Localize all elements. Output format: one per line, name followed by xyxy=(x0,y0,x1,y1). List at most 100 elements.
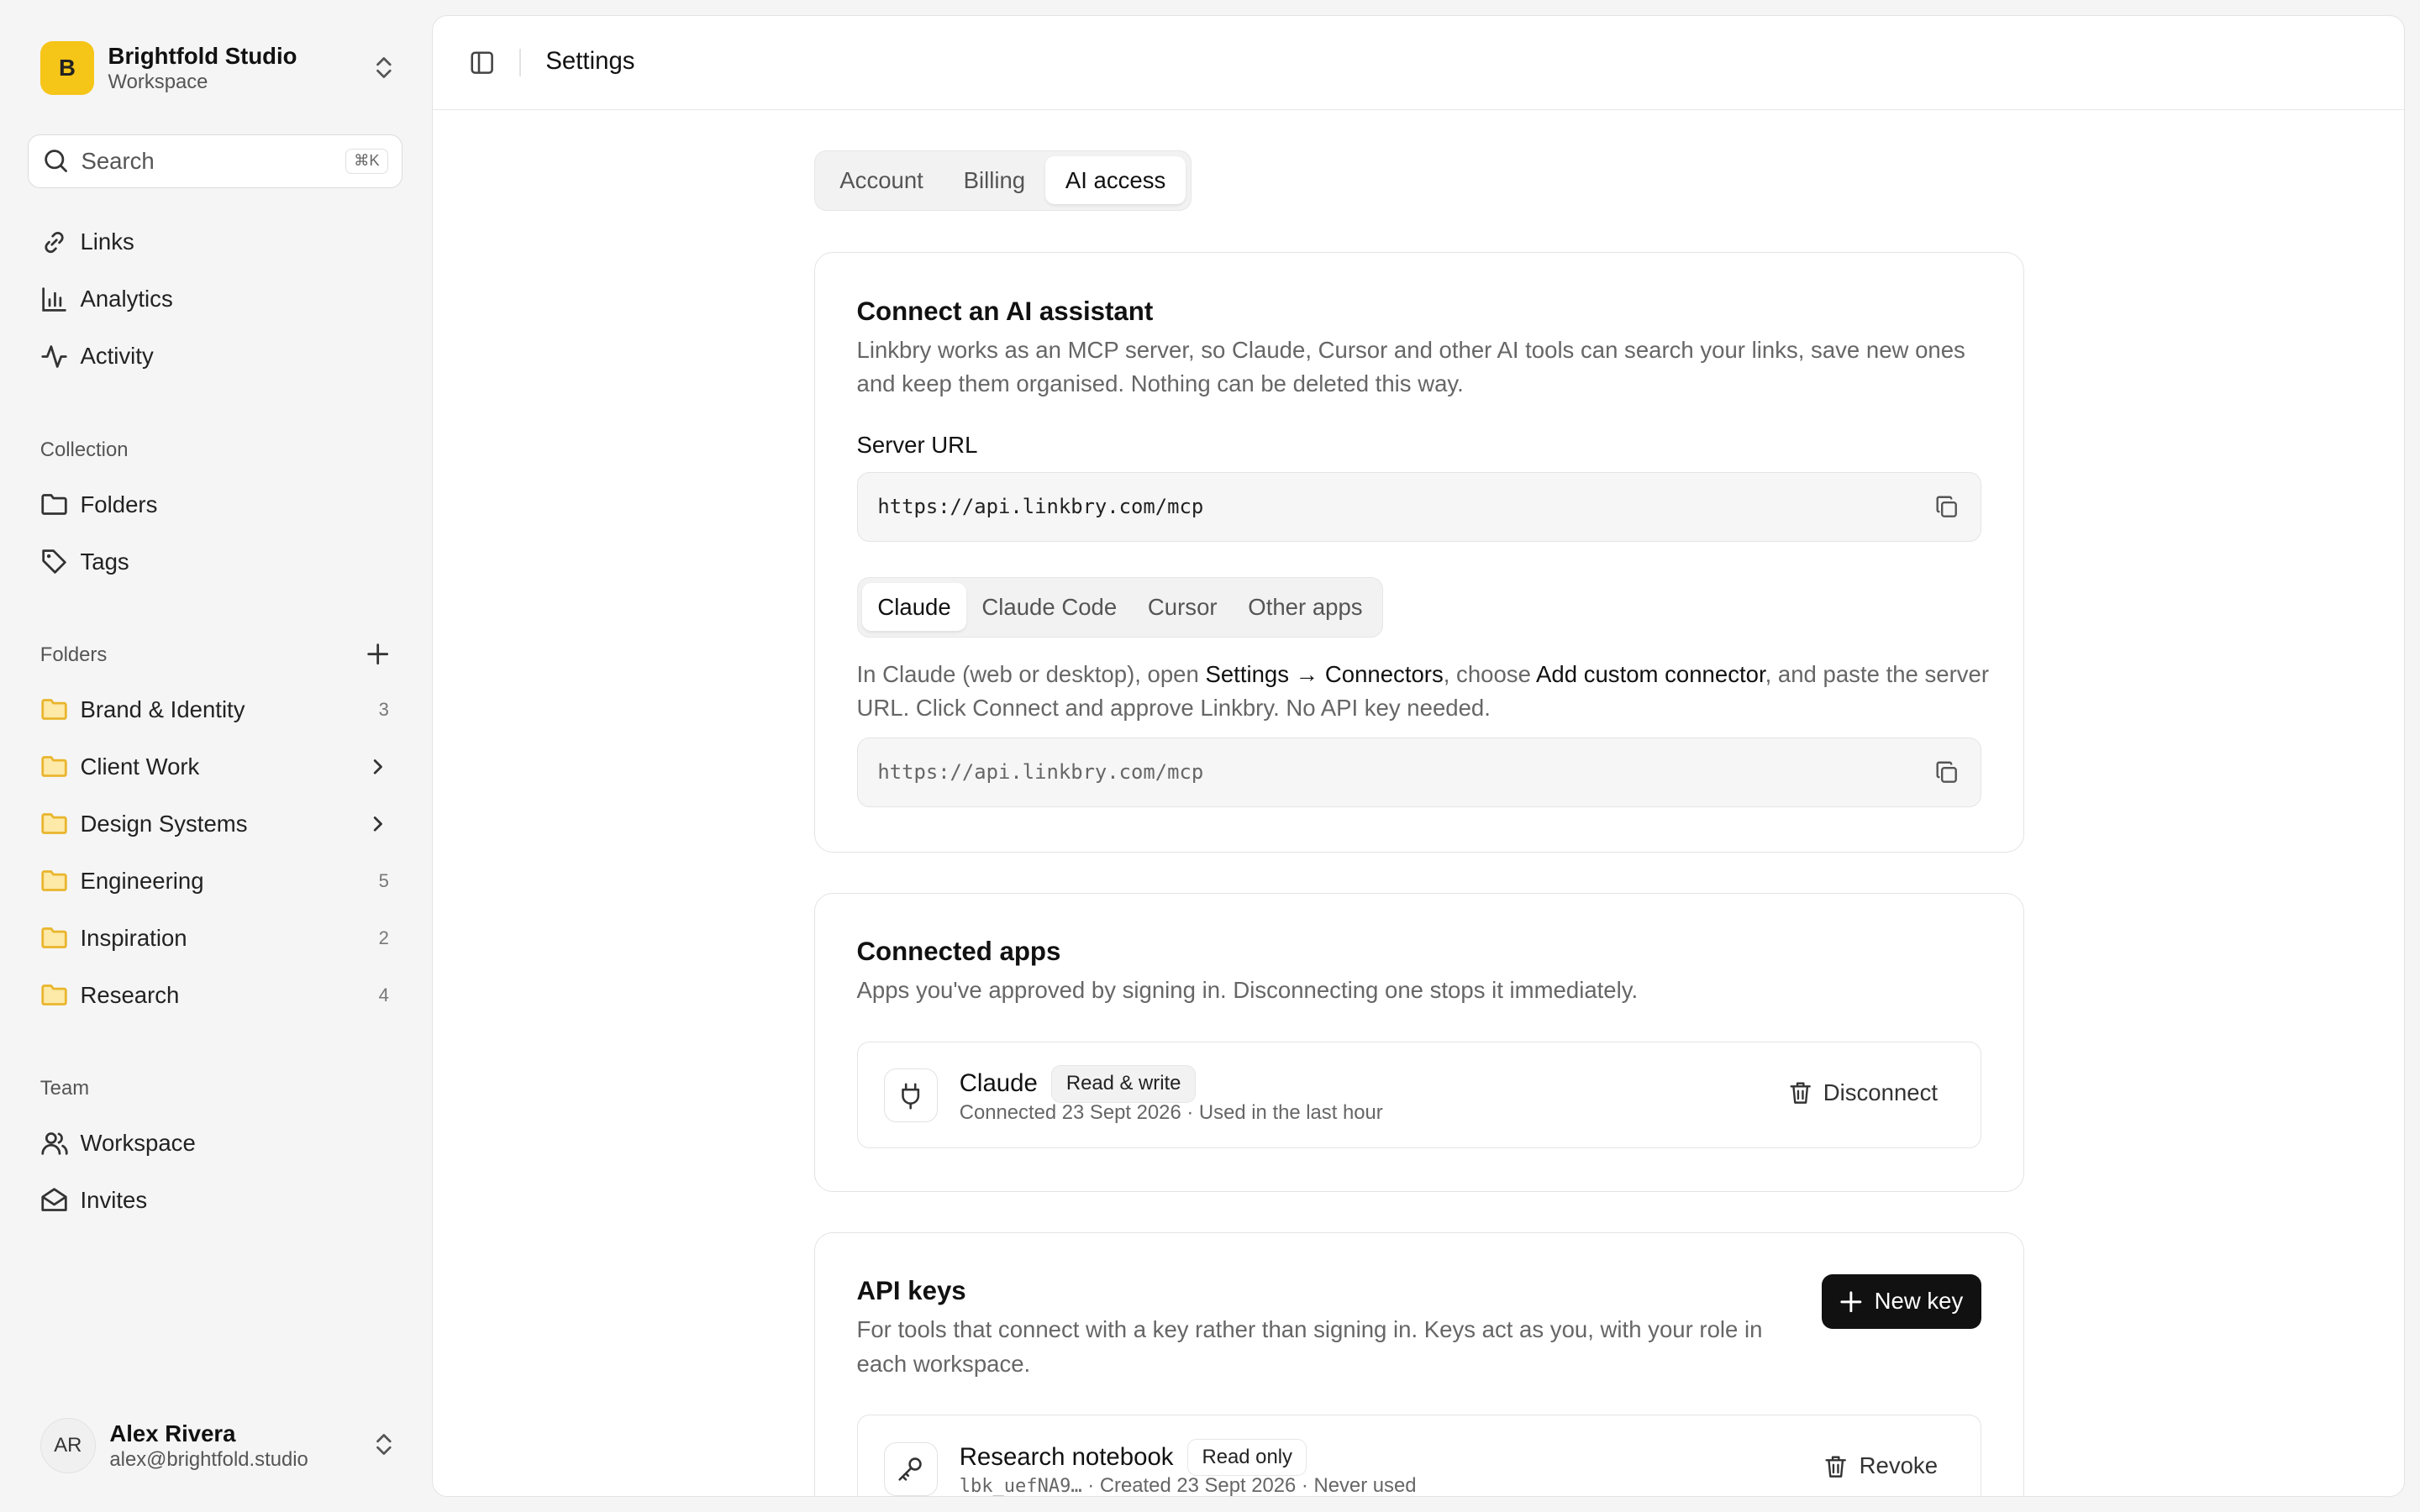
chevron-right-icon[interactable] xyxy=(367,756,389,778)
copy-icon[interactable] xyxy=(1934,760,1959,785)
connected-app-row: Claude Read & write Connected 23 Sept 202… xyxy=(856,1041,1982,1148)
revoke-button[interactable]: Revoke xyxy=(1823,1452,1938,1479)
sidebar-item-invites[interactable]: Invites xyxy=(40,1180,395,1221)
app-meta: Connected 23 Sept 2026 · Used in the las… xyxy=(959,1100,1383,1124)
folder-icon xyxy=(40,924,68,952)
section-label-folders: Folders xyxy=(39,643,108,666)
folder-label: Design Systems xyxy=(80,810,248,837)
plug-icon xyxy=(883,1068,938,1123)
sidebar: B Brightfold Studio Workspace Search ⌘K … xyxy=(0,0,429,1512)
main-panel: Settings Account Billing AI access Conne… xyxy=(432,15,2405,1497)
copy-icon[interactable] xyxy=(1934,495,1959,519)
key-meta: lbk_uefNA9… · Created 23 Sept 2026 · Nev… xyxy=(959,1474,1417,1497)
connected-apps-card: Connected apps Apps you've approved by s… xyxy=(813,892,2024,1192)
search-shortcut: ⌘K xyxy=(345,149,388,174)
divider xyxy=(519,48,521,76)
folder-item[interactable]: Client Work xyxy=(40,747,395,787)
connect-instructions: In Claude (web or desktop), open Setting… xyxy=(856,660,1990,721)
key-icon xyxy=(883,1441,938,1496)
tab-cursor[interactable]: Cursor xyxy=(1133,583,1233,631)
chevron-up-down-icon xyxy=(376,1433,392,1455)
workspace-name: Brightfold Studio xyxy=(108,42,297,69)
folder-icon xyxy=(40,810,68,837)
sidebar-item-label: Folders xyxy=(80,491,158,517)
tab-claude-code[interactable]: Claude Code xyxy=(966,583,1133,631)
card-description: For tools that connect with a key rather… xyxy=(856,1316,1763,1377)
settings-tabs: Account Billing AI access xyxy=(813,150,1192,211)
folder-count: 2 xyxy=(378,927,389,948)
server-url-value: https://api.linkbry.com/mcp xyxy=(877,495,1204,519)
api-keys-card: API keys For tools that connect with a k… xyxy=(813,1231,2024,1497)
client-tabs: Claude Claude Code Cursor Other apps xyxy=(856,577,1384,638)
instruction-url-field[interactable]: https://api.linkbry.com/mcp xyxy=(856,738,1982,807)
folder-label: Brand & Identity xyxy=(80,696,245,722)
link-icon xyxy=(40,228,68,256)
sidebar-item-workspace[interactable]: Workspace xyxy=(40,1123,395,1163)
workspace-subtitle: Workspace xyxy=(108,70,208,93)
search-input[interactable]: Search ⌘K xyxy=(28,134,403,189)
chevron-right-icon[interactable] xyxy=(367,813,389,835)
workspace-switcher[interactable]: B Brightfold Studio Workspace xyxy=(39,40,395,96)
add-folder-icon[interactable] xyxy=(366,642,390,666)
tab-ai-access[interactable]: AI access xyxy=(1044,156,1186,205)
search-placeholder: Search xyxy=(81,147,155,174)
sidebar-item-links[interactable]: Links xyxy=(40,222,395,262)
workspace-logo: B xyxy=(39,40,95,95)
api-key-row: Research notebook Read only lbk_uefNA9… ·… xyxy=(856,1415,1982,1497)
sidebar-toggle-icon[interactable] xyxy=(470,50,494,75)
card-description: Apps you've approved by signing in. Disc… xyxy=(856,977,1639,1004)
card-title: Connected apps xyxy=(856,937,1061,967)
folder-item[interactable]: Inspiration 2 xyxy=(40,918,395,958)
user-menu[interactable]: AR Alex Rivera alex@brightfold.studio xyxy=(39,1416,395,1475)
avatar: AR xyxy=(39,1417,96,1474)
server-url-label: Server URL xyxy=(856,432,978,459)
disconnect-button[interactable]: Disconnect xyxy=(1788,1079,1938,1106)
folder-icon xyxy=(40,753,68,780)
trash-icon xyxy=(1825,1456,1847,1478)
search-icon xyxy=(44,150,67,173)
bar-chart-icon xyxy=(40,286,68,313)
folder-count: 4 xyxy=(378,984,389,1005)
permission-badge: Read & write xyxy=(1051,1065,1196,1103)
section-label-collection: Collection xyxy=(39,438,129,461)
folder-icon xyxy=(40,981,68,1009)
sidebar-item-label: Activity xyxy=(80,343,154,370)
chevron-up-down-icon xyxy=(376,57,392,79)
folder-item[interactable]: Design Systems xyxy=(40,804,395,844)
folder-item[interactable]: Brand & Identity 3 xyxy=(40,690,395,730)
new-key-button[interactable]: New key xyxy=(1822,1274,1982,1329)
card-title: Connect an AI assistant xyxy=(856,296,1154,326)
app-root: B Brightfold Studio Workspace Search ⌘K … xyxy=(0,0,2420,1512)
connect-assistant-card: Connect an AI assistant Linkbry works as… xyxy=(813,252,2024,853)
activity-icon xyxy=(40,343,68,370)
plus-icon xyxy=(1840,1290,1862,1312)
sidebar-item-label: Links xyxy=(80,228,134,255)
sidebar-item-folders[interactable]: Folders xyxy=(40,485,395,525)
folder-icon xyxy=(40,867,68,895)
card-title: API keys xyxy=(856,1276,966,1306)
folder-icon xyxy=(40,696,68,723)
user-name: Alex Rivera xyxy=(109,1420,236,1446)
tab-billing[interactable]: Billing xyxy=(944,156,1045,204)
section-label-team: Team xyxy=(39,1077,90,1100)
tag-icon xyxy=(40,548,68,575)
sidebar-item-label: Invites xyxy=(80,1186,148,1213)
mail-open-icon xyxy=(40,1186,68,1214)
folder-count: 3 xyxy=(378,698,389,720)
tab-account[interactable]: Account xyxy=(819,156,943,204)
folder-label: Engineering xyxy=(80,867,204,894)
server-url-field[interactable]: https://api.linkbry.com/mcp xyxy=(856,472,1982,542)
folder-label: Client Work xyxy=(80,753,200,780)
sidebar-item-analytics[interactable]: Analytics xyxy=(40,279,395,319)
folder-item[interactable]: Engineering 5 xyxy=(40,861,395,901)
top-bar: Settings xyxy=(433,16,2404,111)
users-icon xyxy=(40,1129,68,1157)
sidebar-item-label: Analytics xyxy=(80,286,173,312)
tab-other-apps[interactable]: Other apps xyxy=(1233,583,1378,631)
folder-label: Inspiration xyxy=(80,924,187,951)
permission-badge: Read only xyxy=(1187,1438,1307,1477)
tab-claude[interactable]: Claude xyxy=(862,583,967,632)
sidebar-item-tags[interactable]: Tags xyxy=(40,542,395,582)
folder-item[interactable]: Research 4 xyxy=(40,975,395,1016)
sidebar-item-activity[interactable]: Activity xyxy=(40,336,395,376)
